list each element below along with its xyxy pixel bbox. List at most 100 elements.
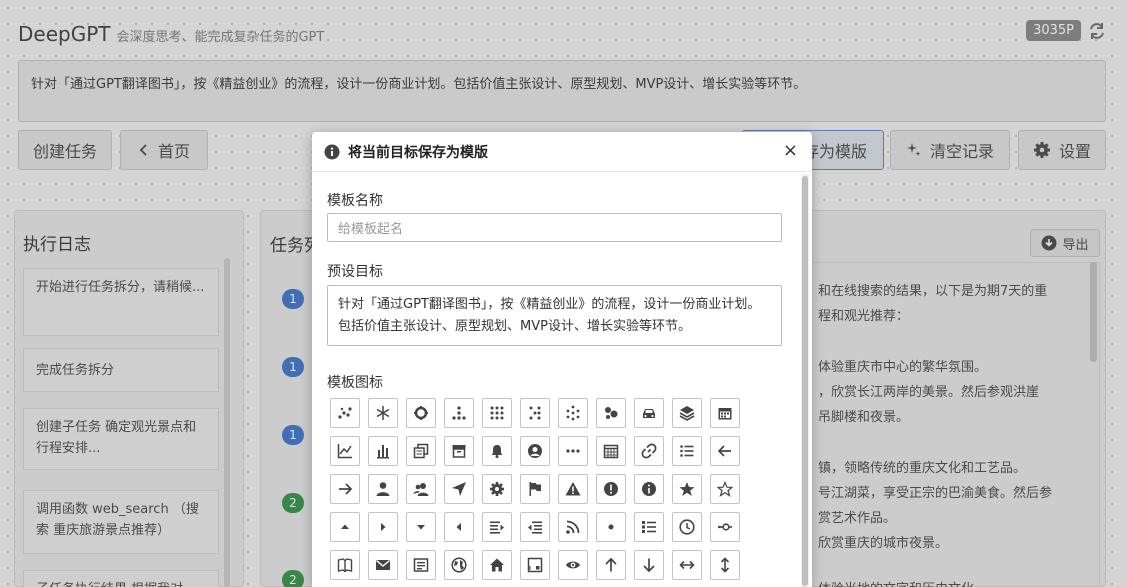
icon-option[interactable] [596,550,626,580]
icon-option[interactable] [634,474,664,504]
icon-option[interactable] [520,512,550,542]
icon-option[interactable] [406,398,436,428]
icon-option[interactable] [444,550,474,580]
icon-option[interactable] [634,436,664,466]
icon-option[interactable] [406,474,436,504]
icon-option[interactable] [406,550,436,580]
info-icon [324,144,340,159]
icon-option[interactable] [634,550,664,580]
icon-option[interactable] [672,474,702,504]
mail-icon [376,559,390,570]
icon-option[interactable] [368,512,398,542]
caret-right-icon [381,523,386,531]
dots-diamond-icon [566,405,580,421]
icon-option[interactable] [406,512,436,542]
preset-goal-label: 预设目标 [327,264,383,280]
icon-option[interactable] [444,512,474,542]
icon-option[interactable] [596,398,626,428]
list-icon [680,445,694,457]
bar-chart-icon [377,445,389,459]
icon-option[interactable] [444,398,474,428]
icon-option[interactable] [330,512,360,542]
navigation-icon [452,482,466,496]
info-icon [642,482,656,496]
icon-option[interactable] [710,398,740,428]
icon-option[interactable] [330,550,360,580]
icon-option[interactable] [596,512,626,542]
note-icon [413,558,429,572]
bell-icon [491,445,503,458]
modal-scroll-thumb[interactable] [802,176,808,586]
grid-dots-icon [490,406,504,420]
settings-icon [490,482,504,496]
icon-option[interactable] [482,436,512,466]
icon-option[interactable] [330,398,360,428]
dots-cross-icon [529,406,541,420]
icon-option[interactable] [672,512,702,542]
user-circle-icon [528,444,542,458]
home-icon [490,558,504,572]
blobs-icon [605,407,618,419]
icon-option[interactable] [710,512,740,542]
car-icon [643,409,655,418]
icon-option[interactable] [710,436,740,466]
icon-option[interactable] [520,398,550,428]
caret-up-icon [341,524,349,529]
icon-option[interactable] [330,436,360,466]
icon-option[interactable] [520,436,550,466]
icon-option[interactable] [520,550,550,580]
people-icon [413,483,429,496]
flag-icon [529,482,541,496]
icon-option[interactable] [482,512,512,542]
icon-option[interactable] [558,436,588,466]
icon-option[interactable] [596,474,626,504]
icon-option[interactable] [482,550,512,580]
icon-option[interactable] [672,550,702,580]
icon-option[interactable] [368,474,398,504]
git-commit-icon [718,523,732,531]
icon-option[interactable] [368,398,398,428]
icon-option[interactable] [330,474,360,504]
icon-option[interactable] [710,474,740,504]
preset-goal-textarea[interactable]: 针对「通过GPT翻译图书」，按《精益创业》的流程，设计一份商业计划。包括价值主张… [327,285,782,346]
modal-scrollbar[interactable] [801,174,809,587]
close-button[interactable]: × [783,142,798,160]
icon-option[interactable] [368,436,398,466]
icon-option[interactable] [444,436,474,466]
icon-option[interactable] [482,474,512,504]
icon-option[interactable] [520,474,550,504]
template-name-input[interactable]: 给模板起名 [327,213,782,242]
icon-option[interactable] [558,512,588,542]
gear-ring-icon [414,406,428,420]
icon-grid [330,398,740,580]
archive-icon [452,445,466,458]
icon-option[interactable] [368,550,398,580]
icon-option[interactable] [482,398,512,428]
icon-option[interactable] [634,398,664,428]
snowflake-icon [376,406,390,420]
icon-option[interactable] [672,398,702,428]
icon-option[interactable] [672,436,702,466]
icon-option[interactable] [558,398,588,428]
icon-option[interactable] [558,550,588,580]
icon-option[interactable] [558,474,588,504]
icon-option[interactable] [444,474,474,504]
globe-icon [451,557,467,573]
warning-icon [565,482,581,496]
link-icon [641,443,657,459]
rss-icon [566,520,580,534]
star-outline-icon [717,481,733,497]
dots-tree-icon [452,406,466,420]
star-filled-icon [679,482,695,496]
icon-option[interactable] [596,436,626,466]
icon-option[interactable] [634,512,664,542]
dot-icon [608,524,614,530]
icon-option[interactable] [710,550,740,580]
caret-left-icon [456,523,461,531]
arrow-up-icon [605,557,617,572]
copy-icon [413,443,429,459]
modal-header: 将当前目标保存为模版 [312,132,812,172]
list-ordered-icon [642,521,656,533]
arrow-down-icon [643,558,655,573]
icon-option[interactable] [406,436,436,466]
